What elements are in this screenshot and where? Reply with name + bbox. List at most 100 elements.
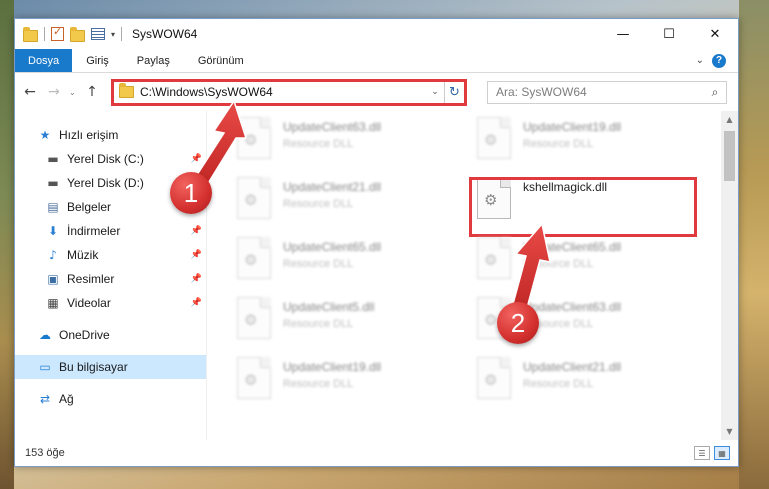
file-name: UpdateClient65.dll — [523, 240, 622, 254]
sidebar-item-videos[interactable]: ▦ Videolar 📌 — [15, 291, 206, 315]
tab-file[interactable]: Dosya — [15, 49, 73, 72]
ribbon-tabs: Dosya Giriş Paylaş Görünüm ⌄ ? — [15, 49, 738, 73]
pin-icon[interactable]: 📌 — [191, 298, 202, 308]
file-name: UpdateClient19.dll — [283, 360, 382, 374]
file-description: Resource DLL — [283, 378, 354, 390]
desktop-wallpaper-right — [739, 0, 769, 489]
address-bar[interactable]: C:\Windows\SysWOW64 ⌄ ↻ — [111, 78, 467, 106]
close-button[interactable]: ✕ — [692, 19, 738, 49]
step-one-badge: 1 — [170, 172, 212, 214]
pin-icon[interactable]: 📌 — [191, 226, 202, 236]
file-item[interactable]: ⚙ UpdateClient19.dll Resource DLL — [477, 117, 707, 167]
sidebar-item-label: Yerel Disk (C:) — [67, 152, 144, 166]
recent-locations-chevron-icon[interactable]: ⌄ — [69, 88, 77, 97]
title-bar: ▾ SysWOW64 — ☐ ✕ — [15, 19, 738, 49]
file-item[interactable]: ⚙ UpdateClient63.dll Resource DLL — [237, 117, 467, 167]
sidebar-item-network[interactable]: ⇄ Ağ — [15, 387, 206, 411]
sidebar-item-downloads[interactable]: ⬇ İndirmeler 📌 — [15, 219, 206, 243]
tab-home[interactable]: Giriş — [72, 49, 123, 72]
file-description: Resource DLL — [283, 198, 354, 210]
maximize-button[interactable]: ☐ — [646, 19, 692, 49]
folder-icon — [23, 26, 38, 42]
back-arrow-icon[interactable]: ← — [21, 84, 39, 100]
file-description: Resource DLL — [283, 138, 354, 150]
address-path[interactable]: C:\Windows\SysWOW64 — [140, 85, 426, 99]
sidebar-item-label: Bu bilgisayar — [59, 360, 128, 374]
sidebar-item-local-disk-c[interactable]: ▬ Yerel Disk (C:) 📌 — [15, 147, 206, 171]
sidebar-item-label: İndirmeler — [67, 224, 121, 238]
file-item[interactable]: ⚙ UpdateClient65.dll Resource DLL — [237, 237, 467, 287]
file-list: ⚙ UpdateClient63.dll Resource DLL ⚙ Updat… — [207, 111, 738, 440]
expand-ribbon-chevron-icon[interactable]: ⌄ — [696, 55, 704, 66]
gear-icon: ⚙ — [244, 311, 258, 329]
pin-icon[interactable]: 📌 — [191, 250, 202, 260]
file-item[interactable]: ⚙ UpdateClient19.dll Resource DLL — [237, 357, 467, 407]
sidebar-item-this-pc[interactable]: ▭ Bu bilgisayar — [15, 355, 206, 379]
pin-icon[interactable]: 📌 — [191, 274, 202, 284]
download-icon: ⬇ — [47, 224, 59, 238]
dll-file-icon: ⚙ — [237, 357, 271, 399]
file-name: UpdateClient21.dll — [523, 360, 622, 374]
star-icon: ★ — [39, 128, 51, 142]
main-area: ★ Hızlı erişim ▬ Yerel Disk (C:) 📌 ▬ Yer… — [15, 111, 738, 440]
file-item[interactable]: ⚙ UpdateClient21.dll Resource DLL — [477, 357, 707, 407]
dll-file-icon: ⚙ — [477, 357, 511, 399]
tiles-view-icon[interactable]: ▦ — [714, 446, 730, 460]
customize-toolbar-chevron-icon[interactable]: ▾ — [111, 30, 115, 39]
address-history-chevron-icon[interactable]: ⌄ — [426, 87, 444, 97]
file-name: UpdateClient19.dll — [523, 120, 622, 134]
dll-file-icon: ⚙ — [237, 177, 271, 219]
sidebar-item-quick-access[interactable]: ★ Hızlı erişim — [15, 123, 206, 147]
sidebar-item-music[interactable]: ♪ Müzik 📌 — [15, 243, 206, 267]
file-name: UpdateClient63.dll — [283, 120, 382, 134]
pin-icon[interactable]: 📌 — [191, 154, 202, 164]
music-icon: ♪ — [49, 248, 57, 262]
sidebar-item-onedrive[interactable]: ☁ OneDrive — [15, 323, 206, 347]
scroll-up-arrow-icon[interactable]: ▲ — [721, 111, 738, 128]
navigation-pane: ★ Hızlı erişim ▬ Yerel Disk (C:) 📌 ▬ Yer… — [15, 111, 207, 440]
document-icon: ▤ — [47, 200, 59, 214]
file-name: UpdateClient63.dll — [523, 300, 622, 314]
file-item[interactable]: ⚙ UpdateClient5.dll Resource DLL — [237, 297, 467, 347]
tab-share[interactable]: Paylaş — [123, 49, 184, 72]
file-name: UpdateClient21.dll — [283, 180, 382, 194]
sidebar-item-label: Ağ — [59, 392, 74, 406]
gear-icon: ⚙ — [484, 131, 498, 149]
forward-arrow-icon[interactable]: → — [45, 84, 63, 100]
scrollbar-thumb[interactable] — [724, 131, 735, 181]
pictures-icon: ▣ — [47, 272, 59, 286]
video-icon: ▦ — [47, 296, 59, 310]
help-icon[interactable]: ? — [712, 53, 726, 68]
dll-file-icon: ⚙ — [477, 117, 511, 159]
file-item[interactable]: ⚙ UpdateClient21.dll Resource DLL — [237, 177, 467, 227]
sidebar-item-pictures[interactable]: ▣ Resimler 📌 — [15, 267, 206, 291]
scroll-down-arrow-icon[interactable]: ▼ — [721, 423, 738, 440]
gear-icon: ⚙ — [244, 371, 258, 389]
details-view-icon[interactable]: ☰ — [694, 446, 710, 460]
properties-check-icon[interactable] — [51, 25, 64, 41]
search-icon[interactable]: ⌕ — [704, 85, 726, 100]
gear-icon: ⚙ — [244, 191, 258, 209]
file-description: Resource DLL — [523, 258, 594, 270]
file-description: Resource DLL — [283, 258, 354, 270]
tab-view[interactable]: Görünüm — [184, 49, 258, 72]
vertical-scrollbar[interactable]: ▲ ▼ — [721, 111, 738, 440]
new-folder-icon[interactable] — [70, 26, 85, 42]
refresh-icon[interactable]: ↻ — [444, 81, 464, 103]
up-arrow-icon[interactable]: ↑ — [83, 84, 101, 100]
search-box[interactable]: ⌕ — [487, 80, 727, 104]
properties-icon[interactable] — [91, 28, 105, 40]
folder-icon — [119, 83, 134, 98]
navigation-bar: ← → ⌄ ↑ C:\Windows\SysWOW64 ⌄ ↻ ⌕ — [15, 73, 738, 111]
minimize-button[interactable]: — — [600, 19, 646, 49]
toolbar-divider — [121, 27, 123, 41]
gear-icon: ⚙ — [244, 251, 258, 269]
view-switcher: ☰ ▦ — [694, 446, 738, 460]
file-item[interactable]: ⚙ UpdateClient65.dll Resource DLL — [477, 237, 707, 287]
search-input[interactable] — [496, 85, 704, 99]
drive-icon: ▬ — [47, 152, 59, 166]
sidebar-item-label: Müzik — [67, 248, 99, 262]
sidebar-item-label: Resimler — [67, 272, 115, 286]
drive-icon: ▬ — [47, 176, 59, 190]
ribbon-right-controls: ⌄ ? — [696, 49, 738, 72]
